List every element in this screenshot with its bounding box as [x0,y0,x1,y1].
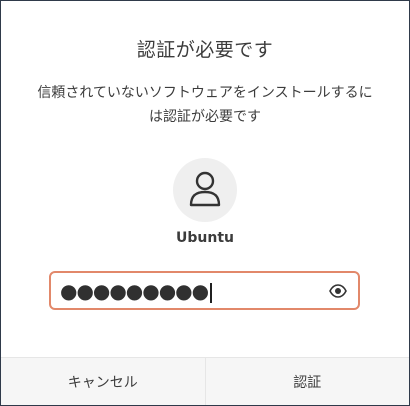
text-cursor [210,282,213,303]
password-field[interactable]: ●●●●●●●●● [49,271,360,310]
avatar [173,158,237,222]
authentication-dialog: 認証が必要です 信頼されていないソフトウェアをインストールするには認証が必要です… [0,0,410,406]
dialog-title: 認証が必要です [136,39,274,61]
username-label: Ubuntu [176,230,234,246]
authenticate-button[interactable]: 認証 [204,358,410,405]
dialog-message: 信頼されていないソフトウェアをインストールするには認証が必要です [37,85,373,125]
cancel-button[interactable]: キャンセル [1,358,205,405]
dialog-actions: キャンセル 認証 [1,357,409,405]
password-mask: ●●●●●●●●● [60,279,209,303]
user-icon [189,171,221,207]
eye-icon[interactable] [329,283,347,299]
password-input[interactable]: ●●●●●●●●● [60,279,213,303]
